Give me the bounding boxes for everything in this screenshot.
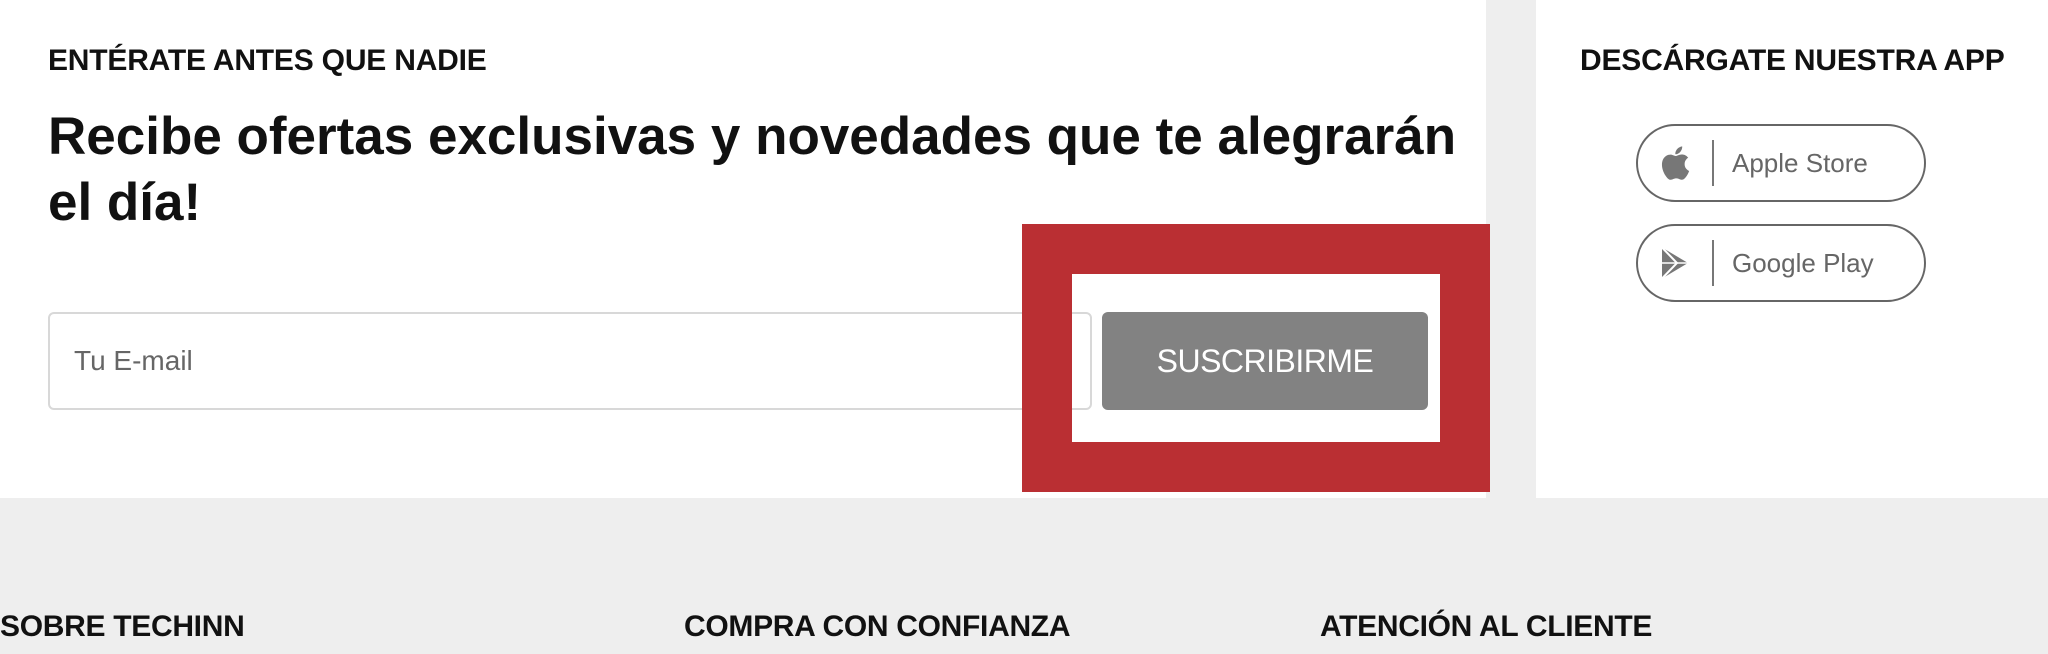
- apple-store-button[interactable]: Apple Store: [1636, 124, 1926, 202]
- apple-store-label: Apple Store: [1732, 147, 1868, 178]
- subscribe-button[interactable]: SUSCRIBIRME: [1102, 312, 1428, 410]
- store-separator: [1712, 140, 1714, 186]
- google-play-button[interactable]: Google Play: [1636, 224, 1926, 302]
- google-play-icon: [1638, 226, 1712, 300]
- apple-icon: [1638, 126, 1712, 200]
- newsletter-eyebrow: ENTÉRATE ANTES QUE NADIE: [48, 44, 487, 77]
- newsletter-panel: ENTÉRATE ANTES QUE NADIE Recibe ofertas …: [0, 0, 1486, 498]
- footer-heading-about: SOBRE TECHINN: [0, 610, 245, 643]
- email-input[interactable]: [48, 312, 1092, 410]
- footer-headings: SOBRE TECHINN COMPRA CON CONFIANZA ATENC…: [0, 610, 2048, 654]
- footer-heading-support: ATENCIÓN AL CLIENTE: [1320, 610, 1653, 643]
- google-play-label: Google Play: [1732, 247, 1874, 278]
- store-separator: [1712, 240, 1714, 286]
- newsletter-headline: Recibe ofertas exclusivas y novedades qu…: [48, 107, 1457, 232]
- app-download-title: DESCÁRGATE NUESTRA APP: [1580, 44, 2005, 77]
- footer-heading-trust: COMPRA CON CONFIANZA: [684, 610, 1071, 643]
- top-section: ENTÉRATE ANTES QUE NADIE Recibe ofertas …: [0, 0, 2048, 498]
